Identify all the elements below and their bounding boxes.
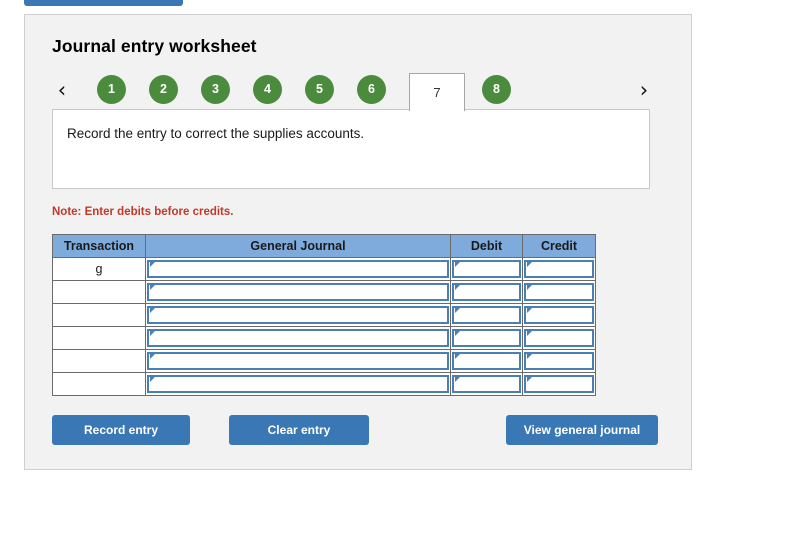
cell-general-journal-input[interactable] [147, 329, 449, 347]
cell-debit-input[interactable] [452, 329, 521, 347]
cell-general-journal [145, 280, 451, 304]
cell-debit [450, 280, 523, 304]
cell-general-journal-input[interactable] [147, 283, 449, 301]
tab-3[interactable]: 3 [201, 75, 230, 104]
table-header-row: Transaction General Journal Debit Credit [52, 234, 596, 258]
tab-8[interactable]: 8 [482, 75, 511, 104]
top-tab-stub[interactable] [24, 0, 183, 6]
tab-2[interactable]: 2 [149, 75, 178, 104]
cell-debit [450, 372, 523, 396]
cell-credit-input[interactable] [524, 352, 594, 370]
table-row [52, 349, 596, 373]
cell-credit [522, 372, 596, 396]
cell-transaction[interactable] [52, 326, 146, 350]
cell-general-journal [145, 372, 451, 396]
view-general-journal-button[interactable]: View general journal [506, 415, 658, 445]
cell-debit-input[interactable] [452, 352, 521, 370]
tab-1[interactable]: 1 [97, 75, 126, 104]
cell-general-journal-input[interactable] [147, 260, 449, 278]
cell-credit [522, 326, 596, 350]
table-row [52, 280, 596, 304]
cell-transaction[interactable] [52, 349, 146, 373]
cell-credit-input[interactable] [524, 283, 594, 301]
worksheet-panel: Journal entry worksheet ‹ › 12345678 Rec… [24, 14, 692, 470]
table-row [52, 326, 596, 350]
page-title: Journal entry worksheet [52, 36, 257, 56]
cell-transaction[interactable] [52, 280, 146, 304]
table-header: Transaction General Journal Debit Credit [52, 234, 596, 258]
journal-entry-table: Transaction General Journal Debit Credit… [52, 234, 596, 396]
cell-general-journal [145, 326, 451, 350]
cell-credit [522, 257, 596, 281]
table-row: g [52, 257, 596, 281]
cell-debit [450, 349, 523, 373]
chevron-right-icon[interactable]: › [633, 79, 655, 101]
column-header-credit: Credit [522, 234, 596, 258]
instruction-box: Record the entry to correct the supplies… [52, 109, 650, 189]
cell-general-journal-input[interactable] [147, 306, 449, 324]
cell-general-journal-input[interactable] [147, 352, 449, 370]
tab-6[interactable]: 6 [357, 75, 386, 104]
cell-general-journal [145, 349, 451, 373]
cell-credit-input[interactable] [524, 260, 594, 278]
cell-credit [522, 280, 596, 304]
clear-entry-button[interactable]: Clear entry [229, 415, 369, 445]
table-row [52, 303, 596, 327]
column-header-transaction: Transaction [52, 234, 146, 258]
cell-debit [450, 326, 523, 350]
cell-transaction[interactable] [52, 372, 146, 396]
cell-debit-input[interactable] [452, 283, 521, 301]
cell-credit-input[interactable] [524, 306, 594, 324]
cell-debit [450, 303, 523, 327]
cell-general-journal [145, 303, 451, 327]
cell-debit [450, 257, 523, 281]
cell-debit-input[interactable] [452, 260, 521, 278]
table-body: g [52, 257, 596, 396]
cell-credit-input[interactable] [524, 329, 594, 347]
table-row [52, 372, 596, 396]
tab-7-active[interactable]: 7 [409, 73, 465, 111]
column-header-general-journal: General Journal [145, 234, 451, 258]
cell-credit [522, 303, 596, 327]
column-header-debit: Debit [450, 234, 523, 258]
journal-entry-tabstrip: ‹ › 12345678 [25, 67, 693, 112]
tab-5[interactable]: 5 [305, 75, 334, 104]
screen-root: Journal entry worksheet ‹ › 12345678 Rec… [0, 0, 795, 549]
record-entry-button[interactable]: Record entry [52, 415, 190, 445]
tab-4[interactable]: 4 [253, 75, 282, 104]
cell-general-journal [145, 257, 451, 281]
cell-debit-input[interactable] [452, 375, 521, 393]
cell-credit [522, 349, 596, 373]
instruction-text: Record the entry to correct the supplies… [67, 126, 365, 141]
cell-credit-input[interactable] [524, 375, 594, 393]
cell-debit-input[interactable] [452, 306, 521, 324]
cell-transaction[interactable] [52, 303, 146, 327]
debits-before-credits-note: Note: Enter debits before credits. [52, 206, 234, 218]
chevron-left-icon[interactable]: ‹ [51, 79, 73, 101]
cell-general-journal-input[interactable] [147, 375, 449, 393]
cell-transaction[interactable]: g [52, 257, 146, 281]
